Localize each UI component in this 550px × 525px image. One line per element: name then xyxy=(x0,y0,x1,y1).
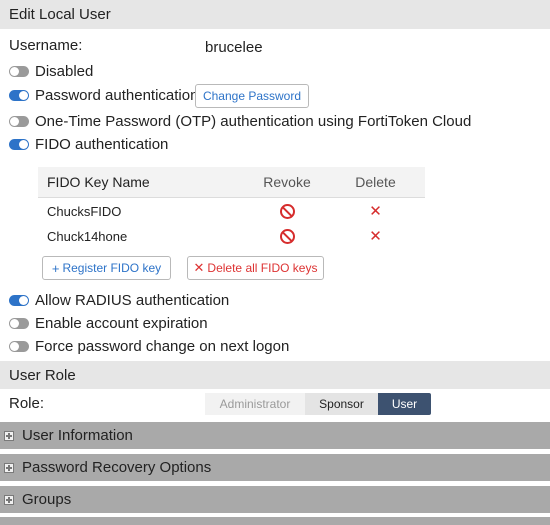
disabled-toggle[interactable] xyxy=(9,65,29,77)
role-option-user[interactable]: User xyxy=(378,393,431,415)
register-fido-key-label: Register FIDO key xyxy=(62,261,162,275)
password-recovery-options-section[interactable]: Password Recovery Options xyxy=(0,454,550,481)
delete-cell: ✕ xyxy=(326,229,425,244)
user-role-title: User Role xyxy=(9,366,76,384)
fido-key-name: ChucksFIDO xyxy=(47,204,122,219)
radius-toggle[interactable] xyxy=(9,294,29,306)
delete-icon[interactable]: ✕ xyxy=(369,229,382,244)
expiration-row: Enable account expiration xyxy=(9,312,208,334)
expand-icon xyxy=(4,494,14,505)
plus-icon: + xyxy=(51,260,60,276)
radius-label: Allow RADIUS authentication xyxy=(35,291,230,309)
expand-icon xyxy=(4,462,14,473)
groups-label: Groups xyxy=(22,491,72,508)
revoke-header: Revoke xyxy=(263,174,311,190)
username-value: brucelee xyxy=(205,38,263,56)
fido-key-name-header: FIDO Key Name xyxy=(47,174,150,190)
groups-section[interactable]: Groups xyxy=(0,486,550,513)
role-selector: Administrator Sponsor User xyxy=(205,393,431,415)
delete-header: Delete xyxy=(355,174,396,190)
force-password-change-row: Force password change on next logon xyxy=(9,335,289,357)
role-option-sponsor[interactable]: Sponsor xyxy=(305,393,378,415)
delete-cell: ✕ xyxy=(326,204,425,219)
delete-icon[interactable]: ✕ xyxy=(369,204,382,219)
change-password-button[interactable]: Change Password xyxy=(195,84,309,108)
otp-label: One-Time Password (OTP) authentication u… xyxy=(35,112,472,130)
expand-icon xyxy=(4,430,14,441)
user-information-label: User Information xyxy=(22,427,133,444)
password-auth-label: Password authentication xyxy=(35,86,199,104)
revoke-cell xyxy=(248,229,326,244)
username-row: Username: xyxy=(9,34,82,56)
edit-local-user-header: Edit Local User xyxy=(0,0,550,29)
revoke-icon[interactable] xyxy=(279,204,295,219)
delete-all-fido-keys-label: Delete all FIDO keys xyxy=(207,261,318,275)
page-title: Edit Local User xyxy=(9,6,111,23)
register-fido-key-button[interactable]: + Register FIDO key xyxy=(42,256,171,280)
role-label: Role: xyxy=(9,394,45,412)
password-auth-row: Password authentication xyxy=(9,84,198,106)
otp-toggle[interactable] xyxy=(9,115,29,127)
table-row: Chuck14hone ✕ xyxy=(38,224,425,249)
user-information-section[interactable]: User Information xyxy=(0,422,550,449)
disabled-label: Disabled xyxy=(35,62,94,80)
revoke-icon[interactable] xyxy=(279,229,295,244)
password-recovery-options-label: Password Recovery Options xyxy=(22,459,212,476)
revoke-cell xyxy=(248,204,326,219)
disabled-row: Disabled xyxy=(9,60,93,82)
password-auth-toggle[interactable] xyxy=(9,89,29,101)
next-section-edge xyxy=(0,517,550,525)
user-role-header: User Role xyxy=(0,361,550,389)
otp-row: One-Time Password (OTP) authentication u… xyxy=(9,110,471,132)
fido-label: FIDO authentication xyxy=(35,135,169,153)
role-option-administrator[interactable]: Administrator xyxy=(205,393,305,415)
expiration-label: Enable account expiration xyxy=(35,314,208,332)
delete-all-fido-keys-button[interactable]: ✕ Delete all FIDO keys xyxy=(187,256,324,280)
close-icon: ✕ xyxy=(193,260,205,275)
role-row: Role: xyxy=(9,392,44,414)
force-password-change-toggle[interactable] xyxy=(9,340,29,352)
fido-keys-table: FIDO Key Name Revoke Delete ChucksFIDO ✕… xyxy=(38,167,425,249)
username-label: Username: xyxy=(9,36,83,54)
fido-row: FIDO authentication xyxy=(9,133,168,155)
radius-row: Allow RADIUS authentication xyxy=(9,289,229,311)
fido-toggle[interactable] xyxy=(9,138,29,150)
force-password-change-label: Force password change on next logon xyxy=(35,337,290,355)
table-row: ChucksFIDO ✕ xyxy=(38,199,425,224)
fido-key-name: Chuck14hone xyxy=(47,229,128,244)
expiration-toggle[interactable] xyxy=(9,317,29,329)
fido-table-header: FIDO Key Name Revoke Delete xyxy=(38,167,425,198)
change-password-label: Change Password xyxy=(202,89,302,103)
username-value-row: brucelee xyxy=(205,36,263,58)
